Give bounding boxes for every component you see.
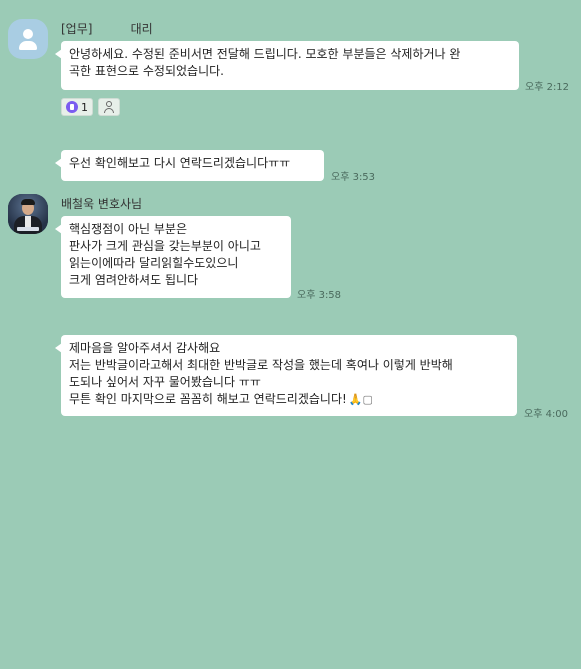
message-text: 도되나 싶어서 자꾸 물어봤습니다 ㅠㅠ: [69, 375, 261, 389]
message-text-with-emoji: 무튼 확인 마지막으로 꼼꼼히 해보고 연락드리겠습니다! 🙏▢: [69, 391, 509, 408]
message-text: 핵심쟁점이 아닌 부분은: [69, 222, 188, 236]
message-timestamp: 오후 3:53: [331, 172, 376, 183]
message-text: 안녕하세요. 수정된 준비서면 전달해 드립니다. 모호한 부분들은 삭제하거나…: [69, 47, 461, 61]
pray-emoji-icon: 🙏▢: [348, 393, 373, 406]
message-timestamp: 오후 2:12: [525, 82, 570, 93]
message-bubble[interactable]: 핵심쟁점이 아닌 부분은 판사가 크게 관심을 갖는부분이 아니고 읽는이에따라…: [55, 216, 291, 298]
message-timestamp: 오후 3:58: [297, 290, 342, 301]
like-reaction-chip[interactable]: 1: [61, 98, 93, 116]
thumbs-up-icon: [66, 101, 78, 113]
message-text: 저는 반박글이라고해서 최대한 반박글로 작성을 했는데 혹여나 이렇게 반박해: [69, 358, 453, 372]
message-bubble[interactable]: 안녕하세요. 수정된 준비서면 전달해 드립니다. 모호한 부분들은 삭제하거나…: [55, 41, 519, 90]
message-text: 곡한 표현으로 수정되었습니다.: [69, 64, 224, 78]
message-text: 우선 확인해보고 다시 연락드리겠습니다ㅠㅠ: [69, 156, 291, 170]
message-text: 무튼 확인 마지막으로 꼼꼼히 해보고 연락드리겠습니다!: [69, 392, 347, 406]
message-bubble[interactable]: 우선 확인해보고 다시 연락드리겠습니다ㅠㅠ: [55, 150, 324, 181]
lawyer-profile-avatar[interactable]: [8, 194, 48, 234]
message-text: 제마음을 알아주셔서 감사해요: [69, 341, 221, 355]
default-profile-avatar[interactable]: [8, 19, 48, 59]
sender-name: [업무] 대리: [61, 22, 153, 36]
message-text: 판사가 크게 관심을 갖는부분이 아니고: [69, 239, 261, 253]
sender-name: 배철욱 변호사님: [61, 197, 143, 211]
message-timestamp: 오후 4:00: [524, 409, 569, 420]
reaction-count: 1: [81, 100, 88, 114]
reaction-bar: 1: [61, 98, 120, 116]
message-bubble[interactable]: 제마음을 알아주셔서 감사해요 저는 반박글이라고해서 최대한 반박글로 작성을…: [55, 335, 517, 416]
reaction-members-button[interactable]: [98, 98, 120, 116]
message-text: 읽는이에따라 달리읽힐수도있으니: [69, 256, 239, 270]
person-icon: [103, 101, 115, 113]
person-icon: [23, 29, 33, 39]
message-text: 크게 염려안하셔도 됩니다: [69, 273, 199, 287]
